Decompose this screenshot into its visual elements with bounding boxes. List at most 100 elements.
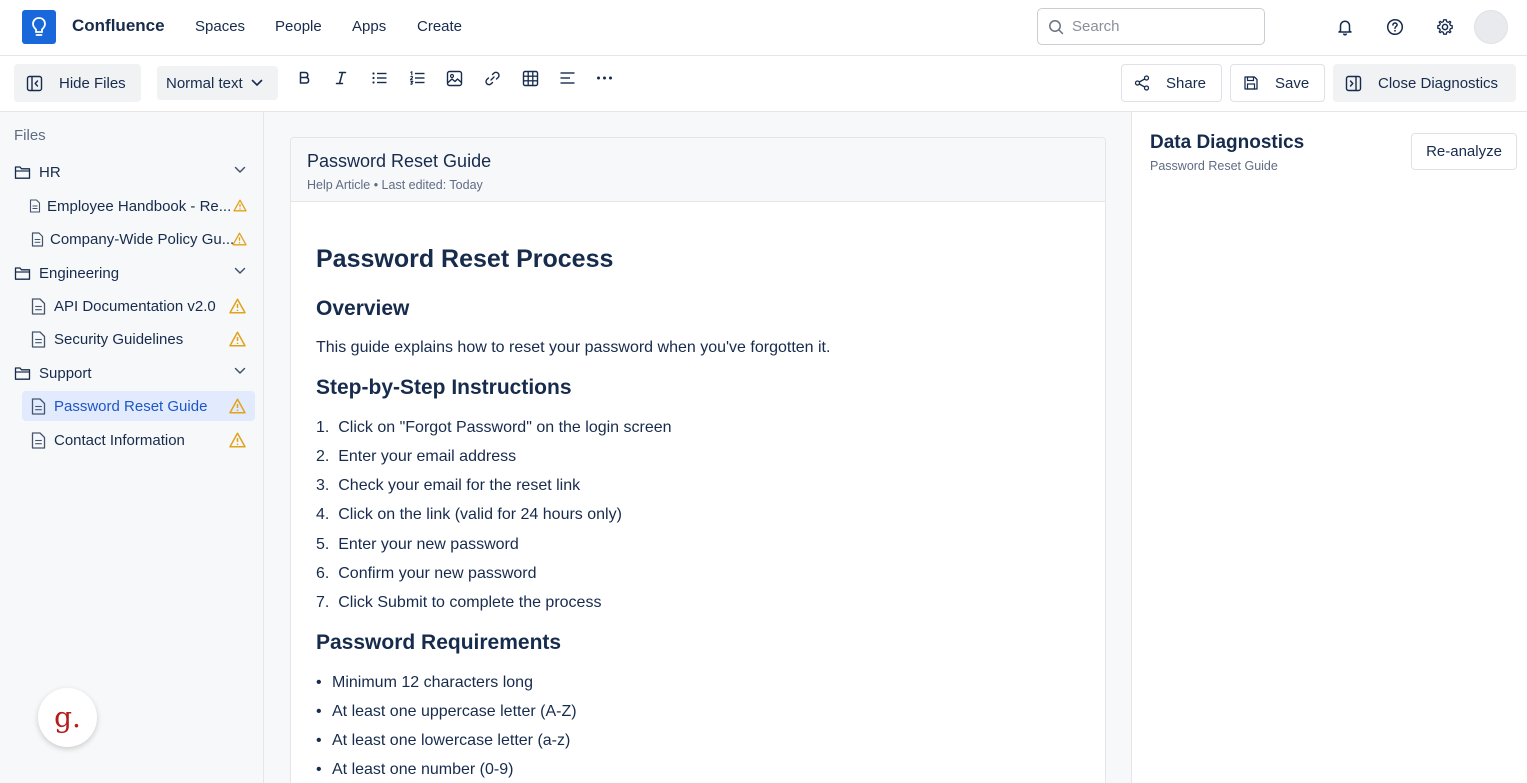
folder-icon: [14, 366, 31, 381]
step-item: 1. Click on "Forgot Password" on the log…: [316, 419, 672, 436]
align-left-icon[interactable]: [555, 66, 579, 90]
table-icon[interactable]: [518, 66, 542, 90]
folder-label: Support: [39, 364, 92, 382]
folder-hr[interactable]: HR: [14, 158, 254, 186]
file-label: Password Reset Guide: [54, 397, 208, 415]
file-api-documentation[interactable]: API Documentation v2.0: [22, 291, 255, 321]
avatar[interactable]: [1474, 10, 1508, 44]
brand-name[interactable]: Confluence: [72, 16, 165, 36]
content-heading: Password Reset Process: [316, 245, 614, 273]
file-contact-information[interactable]: Contact Information: [22, 425, 255, 455]
save-button[interactable]: Save: [1230, 64, 1325, 102]
numbered-list-icon[interactable]: [405, 66, 429, 90]
folder-icon: [14, 266, 31, 281]
gear-icon[interactable]: [1434, 16, 1456, 38]
share-button[interactable]: Share: [1121, 64, 1222, 102]
link-icon[interactable]: [480, 66, 504, 90]
document-title[interactable]: Password Reset Guide: [307, 151, 491, 172]
search-box: [1037, 8, 1265, 45]
file-password-reset-guide[interactable]: Password Reset Guide: [22, 391, 255, 421]
folder-support[interactable]: Support: [14, 359, 254, 387]
step-text: Enter your email address: [338, 448, 517, 465]
requirement-item: • At least one lowercase letter (a-z): [316, 732, 571, 749]
requirement-text: Minimum 12 characters long: [332, 674, 533, 691]
file-company-policy[interactable]: Company-Wide Policy Gu...: [22, 224, 255, 254]
step-text: Click Submit to complete the process: [338, 594, 602, 611]
top-navigation: Confluence Spaces People Apps Create: [0, 0, 1527, 56]
requirement-text: At least one uppercase letter (A-Z): [332, 703, 577, 720]
reanalyze-button[interactable]: Re-analyze: [1411, 133, 1517, 170]
step-item: 4. Click on the link (valid for 24 hours…: [316, 506, 622, 523]
bell-icon[interactable]: [1334, 16, 1356, 38]
image-icon[interactable]: [442, 66, 466, 90]
diagnostics-subtitle: Password Reset Guide: [1150, 159, 1278, 173]
share-label: Share: [1166, 74, 1207, 92]
nav-people[interactable]: People: [275, 18, 322, 35]
file-label: Contact Information: [54, 431, 185, 449]
italic-icon[interactable]: [329, 66, 353, 90]
search-input[interactable]: [1072, 18, 1252, 35]
step-item: 3. Check your email for the reset link: [316, 477, 581, 494]
requirement-item: • At least one number (0-9): [316, 761, 514, 778]
close-diagnostics-label: Close Diagnostics: [1378, 74, 1499, 92]
close-diagnostics-button[interactable]: Close Diagnostics: [1333, 64, 1516, 102]
steps-heading: Step-by-Step Instructions: [316, 376, 572, 399]
file-security-guidelines[interactable]: Security Guidelines: [22, 324, 255, 354]
help-icon[interactable]: [1384, 16, 1406, 38]
document-icon: [31, 431, 46, 449]
search-icon: [1048, 19, 1064, 35]
folder-engineering[interactable]: Engineering: [14, 259, 254, 287]
step-item: 5. Enter your new password: [316, 536, 519, 553]
bullet-list-icon[interactable]: [367, 66, 391, 90]
share-icon: [1134, 75, 1150, 91]
warning-icon: [233, 199, 247, 212]
overview-paragraph: This guide explains how to reset your pa…: [316, 339, 831, 356]
confluence-logo-icon[interactable]: [22, 10, 56, 44]
nav-apps[interactable]: Apps: [352, 18, 386, 35]
warning-icon: [229, 331, 246, 347]
step-text: Check your email for the reset link: [338, 477, 581, 494]
step-text: Click on the link (valid for 24 hours on…: [338, 506, 622, 523]
document-icon: [31, 330, 46, 348]
document-icon: [29, 199, 41, 213]
requirement-item: • At least one uppercase letter (A-Z): [316, 703, 577, 720]
step-text: Click on "Forgot Password" on the login …: [338, 419, 672, 436]
folder-icon: [14, 165, 31, 180]
requirement-text: At least one number (0-9): [332, 761, 514, 778]
overview-heading: Overview: [316, 297, 410, 320]
warning-icon: [229, 432, 246, 448]
save-icon: [1243, 75, 1259, 91]
bold-icon[interactable]: [292, 66, 316, 90]
files-sidebar: Files HR Employee Handbook - Re... Compa…: [0, 112, 264, 783]
requirement-item: • Minimum 12 characters long: [316, 674, 533, 691]
chevron-down-icon: [251, 79, 263, 87]
nav-spaces[interactable]: Spaces: [195, 18, 245, 35]
chevron-down-icon: [234, 267, 246, 275]
file-label: Company-Wide Policy Gu...: [50, 230, 235, 248]
diagnostics-panel: Data Diagnostics Password Reset Guide Re…: [1133, 112, 1527, 783]
warning-icon: [229, 398, 246, 414]
hide-files-button[interactable]: Hide Files: [14, 64, 141, 102]
files-heading: Files: [14, 127, 46, 144]
warning-icon: [232, 232, 247, 246]
folder-label: Engineering: [39, 264, 120, 282]
grammar-assistant-badge[interactable]: g.: [38, 688, 97, 747]
document-icon: [31, 297, 46, 315]
sidebar-collapse-icon: [26, 75, 43, 92]
folder-label: HR: [39, 163, 61, 181]
chevron-down-icon: [234, 367, 246, 375]
step-item: 2. Enter your email address: [316, 448, 517, 465]
chevron-down-icon: [234, 166, 246, 174]
text-style-dropdown[interactable]: Normal text: [157, 66, 278, 100]
editor-toolbar: Hide Files Normal text Share Save Close …: [0, 56, 1527, 112]
step-text: Enter your new password: [338, 536, 519, 553]
requirement-text: At least one lowercase letter (a-z): [332, 732, 571, 749]
file-label: API Documentation v2.0: [54, 297, 216, 315]
nav-create[interactable]: Create: [417, 18, 462, 35]
warning-icon: [229, 298, 246, 314]
file-label: Security Guidelines: [54, 330, 184, 348]
more-options-icon[interactable]: [592, 66, 616, 90]
step-item: 6. Confirm your new password: [316, 565, 537, 582]
file-employee-handbook[interactable]: Employee Handbook - Re...: [22, 191, 255, 221]
diagnostics-title: Data Diagnostics: [1150, 132, 1305, 153]
